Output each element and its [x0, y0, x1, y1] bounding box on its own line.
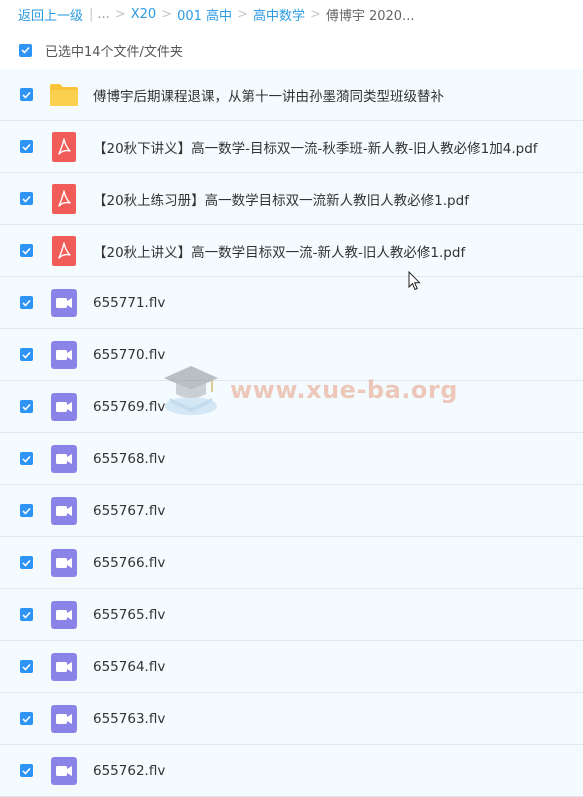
checkmark-icon — [22, 767, 31, 775]
checkmark-icon — [22, 663, 31, 671]
video-file-icon — [49, 600, 79, 630]
file-checkbox[interactable] — [20, 400, 33, 413]
file-checkbox[interactable] — [20, 348, 33, 361]
file-checkbox[interactable] — [20, 504, 33, 517]
selection-count-label: 已选中14个文件/文件夹 — [45, 44, 183, 60]
chevron-right-icon: > — [161, 6, 173, 22]
checkmark-icon — [22, 455, 31, 463]
file-name[interactable]: 655764.flv — [93, 659, 165, 675]
file-name[interactable]: 655770.flv — [93, 347, 165, 363]
pdf-file-icon — [49, 131, 79, 162]
file-name[interactable]: 655768.flv — [93, 451, 165, 467]
video-file-icon — [49, 288, 79, 318]
file-row[interactable]: 655762.flv — [0, 745, 583, 797]
checkmark-icon — [22, 247, 31, 255]
file-checkbox[interactable] — [20, 608, 33, 621]
checkmark-icon — [22, 611, 31, 619]
file-checkbox[interactable] — [20, 452, 33, 465]
breadcrumb-item-x20[interactable]: X20 — [131, 7, 156, 22]
file-name[interactable]: 【20秋上讲义】高一数学目标双一流-新人教-旧人教必修1.pdf — [93, 241, 465, 261]
file-row[interactable]: 655765.flv — [0, 589, 583, 641]
video-file-icon — [49, 548, 79, 578]
file-checkbox[interactable] — [20, 140, 33, 153]
file-name[interactable]: 655766.flv — [93, 555, 165, 571]
file-name[interactable]: 【20秋上练习册】高一数学目标双一流新人教旧人教必修1.pdf — [93, 189, 469, 209]
checkmark-icon — [22, 351, 31, 359]
video-file-icon — [49, 756, 79, 786]
file-name[interactable]: 傅博宇后期课程退课，从第十一讲由孙墨漪同类型班级替补 — [93, 85, 444, 105]
video-file-icon — [49, 444, 79, 474]
file-row[interactable]: 655769.flv — [0, 381, 583, 433]
file-row[interactable]: 655770.flv — [0, 329, 583, 381]
file-checkbox[interactable] — [20, 660, 33, 673]
video-file-icon — [49, 496, 79, 526]
file-row[interactable]: 655764.flv — [0, 641, 583, 693]
back-link[interactable]: 返回上一级 — [18, 5, 83, 24]
file-row[interactable]: 【20秋上练习册】高一数学目标双一流新人教旧人教必修1.pdf — [0, 173, 583, 225]
video-file-icon — [49, 652, 79, 682]
file-list: 傅博宇后期课程退课，从第十一讲由孙墨漪同类型班级替补【20秋下讲义】高一数学-目… — [0, 69, 583, 797]
breadcrumb-ellipsis[interactable]: ... — [97, 7, 109, 22]
chevron-right-icon: > — [309, 6, 321, 22]
file-name[interactable]: 655771.flv — [93, 295, 165, 311]
breadcrumb-item-001[interactable]: 001 高中 — [177, 5, 232, 24]
checkmark-icon — [22, 195, 31, 203]
video-file-icon — [49, 392, 79, 422]
file-name[interactable]: 655762.flv — [93, 763, 165, 779]
file-row[interactable]: 655768.flv — [0, 433, 583, 485]
file-row[interactable]: 【20秋下讲义】高一数学-目标双一流-秋季班-新人教-旧人教必修1加4.pdf — [0, 121, 583, 173]
file-row[interactable]: 655771.flv — [0, 277, 583, 329]
file-checkbox[interactable] — [20, 296, 33, 309]
chevron-right-icon: > — [237, 6, 248, 22]
file-row[interactable]: 655763.flv — [0, 693, 583, 745]
video-file-icon — [49, 704, 79, 734]
file-name[interactable]: 655767.flv — [93, 503, 165, 519]
file-row[interactable]: 655767.flv — [0, 485, 583, 537]
file-name[interactable]: 【20秋下讲义】高一数学-目标双一流-秋季班-新人教-旧人教必修1加4.pdf — [93, 137, 538, 157]
breadcrumb-current: 傅博宇 2020... — [325, 8, 415, 24]
file-name[interactable]: 655769.flv — [93, 399, 165, 415]
checkmark-icon — [21, 46, 30, 54]
file-checkbox[interactable] — [20, 192, 33, 205]
selection-bar: 已选中14个文件/文件夹 — [0, 28, 583, 72]
select-all-checkbox[interactable] — [19, 43, 32, 57]
file-checkbox[interactable] — [20, 764, 33, 777]
checkmark-icon — [22, 143, 31, 151]
file-name[interactable]: 655765.flv — [93, 607, 165, 623]
file-row[interactable]: 傅博宇后期课程退课，从第十一讲由孙墨漪同类型班级替补 — [0, 69, 583, 121]
video-file-icon — [49, 340, 79, 370]
folder-icon — [49, 80, 79, 110]
checkmark-icon — [22, 559, 31, 567]
file-checkbox[interactable] — [20, 712, 33, 725]
breadcrumb: 返回上一级 | ... > X20 > 001 高中 > 高中数学 > 傅博宇 … — [0, 0, 583, 28]
file-checkbox[interactable] — [20, 244, 33, 257]
file-row[interactable]: 【20秋上讲义】高一数学目标双一流-新人教-旧人教必修1.pdf — [0, 225, 583, 277]
file-checkbox[interactable] — [20, 88, 33, 101]
checkmark-icon — [22, 299, 31, 307]
file-row[interactable]: 655766.flv — [0, 537, 583, 589]
pdf-file-icon — [49, 183, 79, 214]
pdf-file-icon — [49, 235, 79, 266]
file-checkbox[interactable] — [20, 556, 33, 569]
checkmark-icon — [22, 91, 31, 99]
checkmark-icon — [22, 507, 31, 515]
checkmark-icon — [22, 403, 31, 411]
breadcrumb-divider: | — [89, 6, 94, 22]
chevron-right-icon: > — [114, 6, 126, 22]
checkmark-icon — [22, 715, 31, 723]
file-name[interactable]: 655763.flv — [93, 711, 165, 727]
breadcrumb-item-math[interactable]: 高中数学 — [253, 5, 305, 24]
